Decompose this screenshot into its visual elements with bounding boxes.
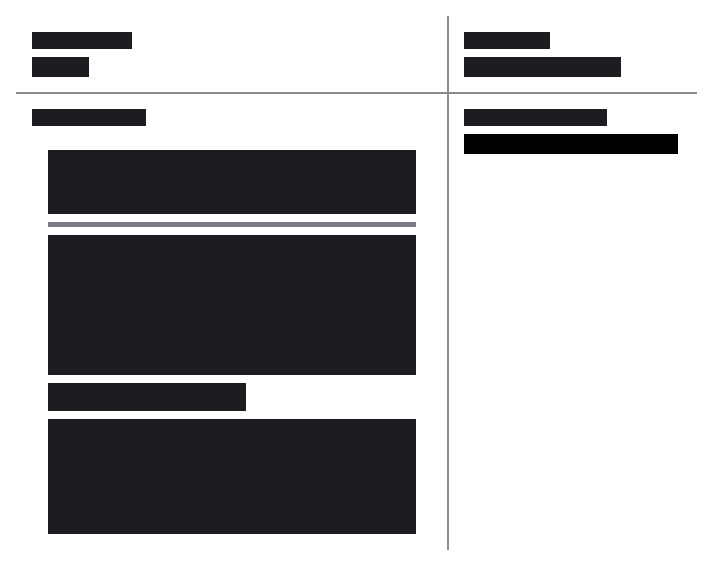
header-left-title-redacted — [32, 32, 132, 49]
section-heading-redacted — [32, 109, 146, 126]
subsection-heading-redacted — [48, 383, 246, 411]
content-block-2-redacted — [48, 235, 416, 375]
horizontal-divider — [16, 92, 697, 94]
content-block-3-redacted — [48, 419, 416, 534]
side-heading-redacted — [464, 109, 607, 126]
header-left-subtitle-redacted — [32, 57, 89, 77]
vertical-divider — [447, 16, 449, 550]
header-right-title-redacted — [464, 32, 550, 49]
content-block-1-redacted — [48, 150, 416, 214]
side-item-redacted[interactable] — [464, 134, 678, 154]
content-separator — [48, 222, 416, 227]
header-right-subtitle-redacted — [464, 57, 621, 77]
